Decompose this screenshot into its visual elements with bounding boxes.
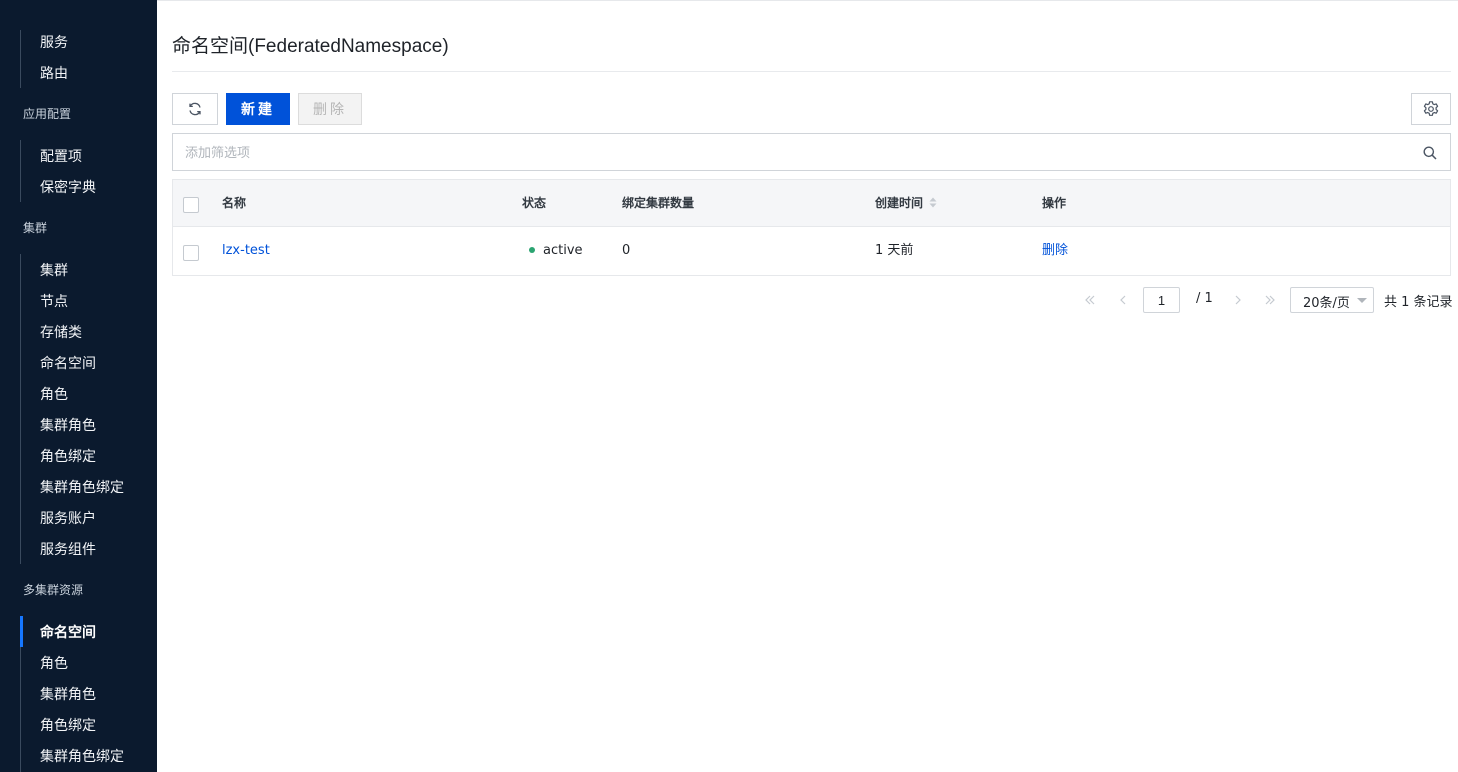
sidebar-item-clusters[interactable]: 集群 (40, 261, 68, 281)
sidebar-group-multi-cluster: 多集群资源 (23, 583, 84, 597)
column-header-created[interactable]: 创建时间 (875, 194, 937, 212)
status-dot-icon (529, 246, 535, 253)
column-header-actions: 操作 (1042, 196, 1067, 210)
filter-bar[interactable] (172, 133, 1451, 171)
sidebar-item-namespaces[interactable]: 命名空间 (40, 354, 96, 374)
next-page-icon[interactable] (1231, 293, 1245, 307)
namespace-table: 名称 状态 绑定集群数量 创建时间 操作 lzx-test active 0 1… (172, 179, 1451, 276)
row-checkbox[interactable] (183, 245, 199, 261)
filter-input[interactable] (185, 142, 1385, 162)
sidebar-item-federated-cluster-roles[interactable]: 集群角色 (40, 685, 96, 705)
new-button[interactable]: 新建 (226, 93, 290, 125)
sidebar-item-cluster-roles[interactable]: 集群角色 (40, 416, 96, 436)
sidebar-item-nodes[interactable]: 节点 (40, 292, 68, 312)
table-header: 名称 状态 绑定集群数量 创建时间 操作 (173, 180, 1450, 227)
chevron-down-icon (1357, 298, 1367, 303)
sidebar-item-services[interactable]: 服务 (40, 33, 68, 53)
status-text: active (543, 243, 583, 258)
total-pages-label: / 1 (1196, 291, 1213, 306)
main-content: 命名空间(FederatedNamespace) 新建 删除 名称 状态 绑定集… (157, 0, 1458, 772)
prev-page-icon[interactable] (1116, 293, 1130, 307)
sidebar-item-service-components[interactable]: 服务组件 (40, 540, 96, 560)
sidebar-item-role-bindings[interactable]: 角色绑定 (40, 447, 96, 467)
sidebar-item-federated-roles[interactable]: 角色 (40, 654, 68, 674)
refresh-button[interactable] (172, 93, 218, 125)
title-divider (172, 71, 1451, 72)
sidebar-item-roles[interactable]: 角色 (40, 385, 68, 405)
page-size-label: 20条/页 (1303, 296, 1350, 311)
page-size-select[interactable]: 20条/页 (1290, 287, 1374, 313)
group-rail (20, 30, 21, 88)
sidebar-item-federated-namespaces[interactable]: 命名空间 (40, 623, 96, 643)
column-header-name: 名称 (222, 196, 247, 210)
sidebar-item-configmaps[interactable]: 配置项 (40, 147, 82, 167)
select-all-checkbox[interactable] (183, 197, 199, 213)
sidebar-item-federated-role-bindings[interactable]: 角色绑定 (40, 716, 96, 736)
table-row: lzx-test active 0 1 天前 删除 (173, 227, 1450, 275)
column-header-created-label: 创建时间 (875, 196, 924, 210)
sidebar-item-service-accounts[interactable]: 服务账户 (40, 509, 96, 529)
sort-icon[interactable] (929, 197, 937, 208)
gear-icon (1423, 101, 1439, 116)
active-indicator (20, 616, 23, 647)
sidebar-group-cluster: 集群 (23, 221, 48, 235)
sidebar-item-secrets[interactable]: 保密字典 (40, 178, 96, 198)
first-page-icon[interactable] (1083, 293, 1097, 307)
settings-button[interactable] (1411, 93, 1451, 125)
page-title: 命名空间(FederatedNamespace) (172, 36, 449, 57)
sidebar-item-storage-classes[interactable]: 存储类 (40, 323, 82, 343)
sidebar-item-cluster-role-bindings[interactable]: 集群角色绑定 (40, 478, 124, 498)
total-records-label: 共 1 条记录 (1384, 295, 1453, 310)
page-number-input[interactable] (1143, 287, 1180, 313)
refresh-icon (189, 102, 201, 116)
sidebar-item-federated-cluster-role-bindings[interactable]: 集群角色绑定 (40, 747, 124, 767)
column-header-bound-clusters: 绑定集群数量 (622, 196, 695, 210)
column-header-status: 状态 (522, 196, 547, 210)
delete-button[interactable]: 删除 (298, 93, 362, 125)
last-page-icon[interactable] (1263, 293, 1277, 307)
sidebar-item-routes[interactable]: 路由 (40, 64, 68, 84)
namespace-name-link[interactable]: lzx-test (222, 242, 270, 260)
search-icon[interactable] (1422, 145, 1438, 161)
sidebar-group-app-config: 应用配置 (23, 107, 72, 121)
created-cell: 1 天前 (875, 243, 914, 258)
sidebar: 服务 路由 应用配置 配置项 保密字典 集群 集群 节点 存储类 命名空间 角色… (0, 0, 157, 772)
status-cell: active (529, 242, 583, 260)
row-delete-link[interactable]: 删除 (1042, 242, 1068, 260)
bound-clusters-cell: 0 (622, 243, 631, 258)
group-rail (20, 254, 21, 564)
group-rail (20, 140, 21, 202)
